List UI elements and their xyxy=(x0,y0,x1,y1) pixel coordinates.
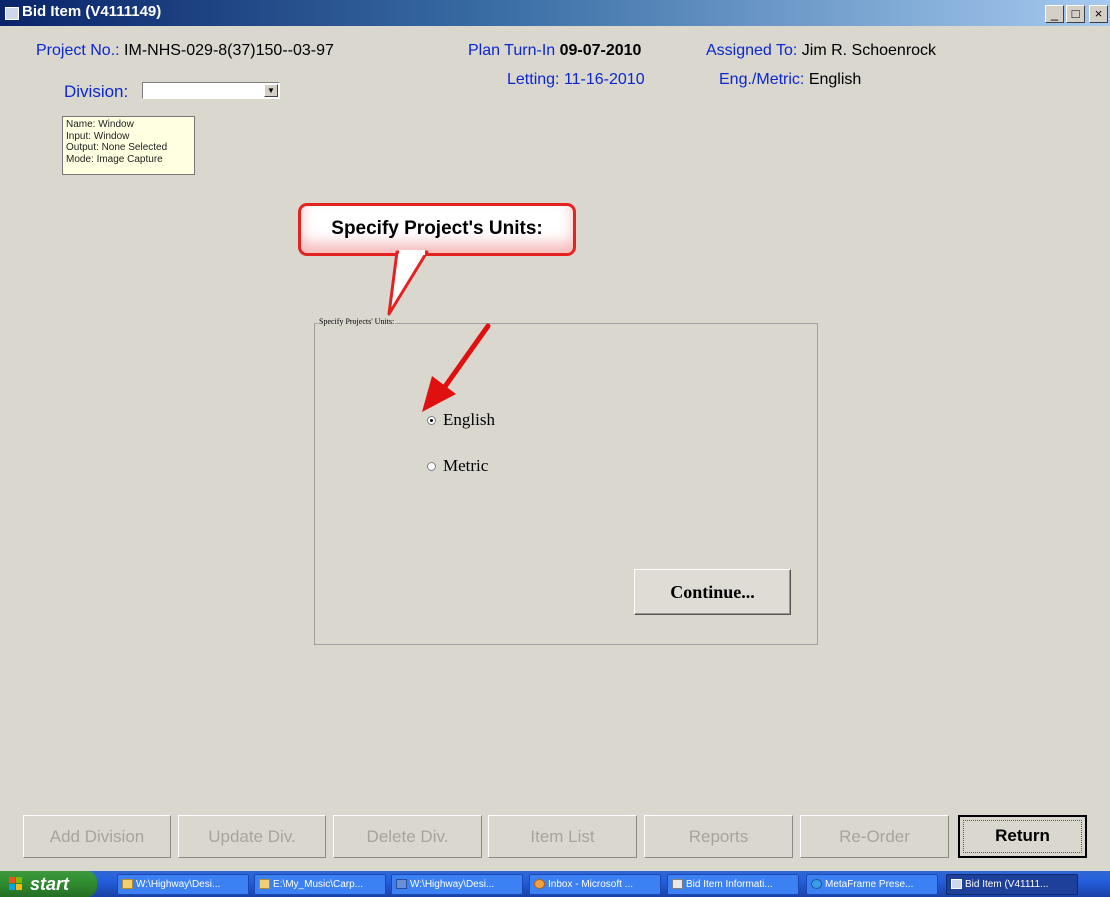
plan-turn-in: Plan Turn-In 09-07-2010 xyxy=(468,42,641,60)
assigned-to: Assigned To: Jim R. Schoenrock xyxy=(706,42,936,60)
metric-radio[interactable] xyxy=(427,462,436,471)
internet-explorer-icon xyxy=(811,879,822,889)
window-icon xyxy=(672,879,683,889)
tooltip-line: Output: None Selected xyxy=(66,142,168,153)
delete-div-button[interactable]: Delete Div. xyxy=(333,815,482,858)
folder-icon xyxy=(122,879,133,889)
plan-label: Plan Turn-In xyxy=(468,42,556,59)
red-arrow-annotation xyxy=(422,323,491,412)
taskbar-item[interactable]: Bid Item Informati... xyxy=(667,874,799,895)
callout-pointer xyxy=(387,250,429,316)
reorder-button[interactable]: Re-Order xyxy=(800,815,949,858)
project-label: Project No.: xyxy=(36,42,120,59)
title-bar[interactable]: Bid Item (V4111149) _ □ × xyxy=(0,0,1110,26)
letting: Letting: 11-16-2010 xyxy=(507,71,645,89)
taskbar-item-label: Inbox - Microsoft ... xyxy=(548,879,634,890)
minimize-button[interactable]: _ xyxy=(1045,5,1064,23)
capture-info-tooltip: Name: Window Input: Window Output: None … xyxy=(62,116,195,175)
project-value: IM-NHS-029-8(37)150--03-97 xyxy=(124,42,334,59)
app-icon xyxy=(951,879,962,889)
taskbar-item-label: E:\My_Music\Carp... xyxy=(273,879,364,890)
letting-label: Letting: xyxy=(507,71,560,88)
division-dropdown[interactable]: ▼ xyxy=(142,82,280,99)
units-group-legend: Specify Projects' Units: xyxy=(318,317,396,326)
chevron-down-icon[interactable]: ▼ xyxy=(264,84,278,97)
reports-button[interactable]: Reports xyxy=(644,815,793,858)
division-label: Division: xyxy=(64,82,129,101)
metric-label[interactable]: Metric xyxy=(443,456,488,476)
window-title: Bid Item (V4111149) xyxy=(22,3,162,20)
document-icon xyxy=(396,879,407,889)
taskbar-item[interactable]: Inbox - Microsoft ... xyxy=(529,874,661,895)
taskbar-item-active[interactable]: Bid Item (V41111... xyxy=(946,874,1078,895)
tooltip-line: Input: Window xyxy=(66,130,130,142)
return-button[interactable]: Return xyxy=(958,815,1087,858)
taskbar-item[interactable]: W:\Highway\Desi... xyxy=(391,874,523,895)
plan-value: 09-07-2010 xyxy=(559,42,642,59)
callout-text: Specify Project's Units: xyxy=(331,218,543,239)
continue-button[interactable]: Continue... xyxy=(634,569,791,615)
project-number: Project No.: IM-NHS-029-8(37)150--03-97 xyxy=(36,42,334,60)
tooltip-line: Mode: Image Capture xyxy=(66,153,163,165)
taskbar-item-label: MetaFrame Prese... xyxy=(825,879,914,890)
units-value: English xyxy=(808,71,862,88)
add-division-button[interactable]: Add Division xyxy=(23,815,171,858)
taskbar-item-label: Bid Item Informati... xyxy=(686,879,773,890)
taskbar-item[interactable]: W:\Highway\Desi... xyxy=(117,874,249,895)
letting-value: 11-16-2010 xyxy=(563,71,645,88)
close-button[interactable]: × xyxy=(1089,5,1108,23)
taskbar-item-label: Bid Item (V41111... xyxy=(965,879,1049,890)
update-div-button[interactable]: Update Div. xyxy=(178,815,326,858)
units-label: Eng./Metric: xyxy=(719,71,805,88)
taskbar-item[interactable]: E:\My_Music\Carp... xyxy=(254,874,386,895)
focus-rect xyxy=(963,820,1082,853)
eng-metric: Eng./Metric: English xyxy=(719,71,861,89)
item-list-button[interactable]: Item List xyxy=(488,815,637,858)
outlook-icon xyxy=(534,879,545,889)
app-icon xyxy=(5,7,19,20)
taskbar-item-label: W:\Highway\Desi... xyxy=(410,879,495,890)
taskbar-item[interactable]: MetaFrame Prese... xyxy=(806,874,938,895)
maximize-button[interactable]: □ xyxy=(1066,5,1085,23)
assigned-label: Assigned To: xyxy=(706,42,798,59)
windows-logo-icon xyxy=(9,877,22,890)
taskbar-item-label: W:\Highway\Desi... xyxy=(136,879,221,890)
assigned-value: Jim R. Schoenrock xyxy=(801,42,937,59)
tooltip-line: Name: Window xyxy=(66,119,134,130)
folder-icon xyxy=(259,879,270,889)
